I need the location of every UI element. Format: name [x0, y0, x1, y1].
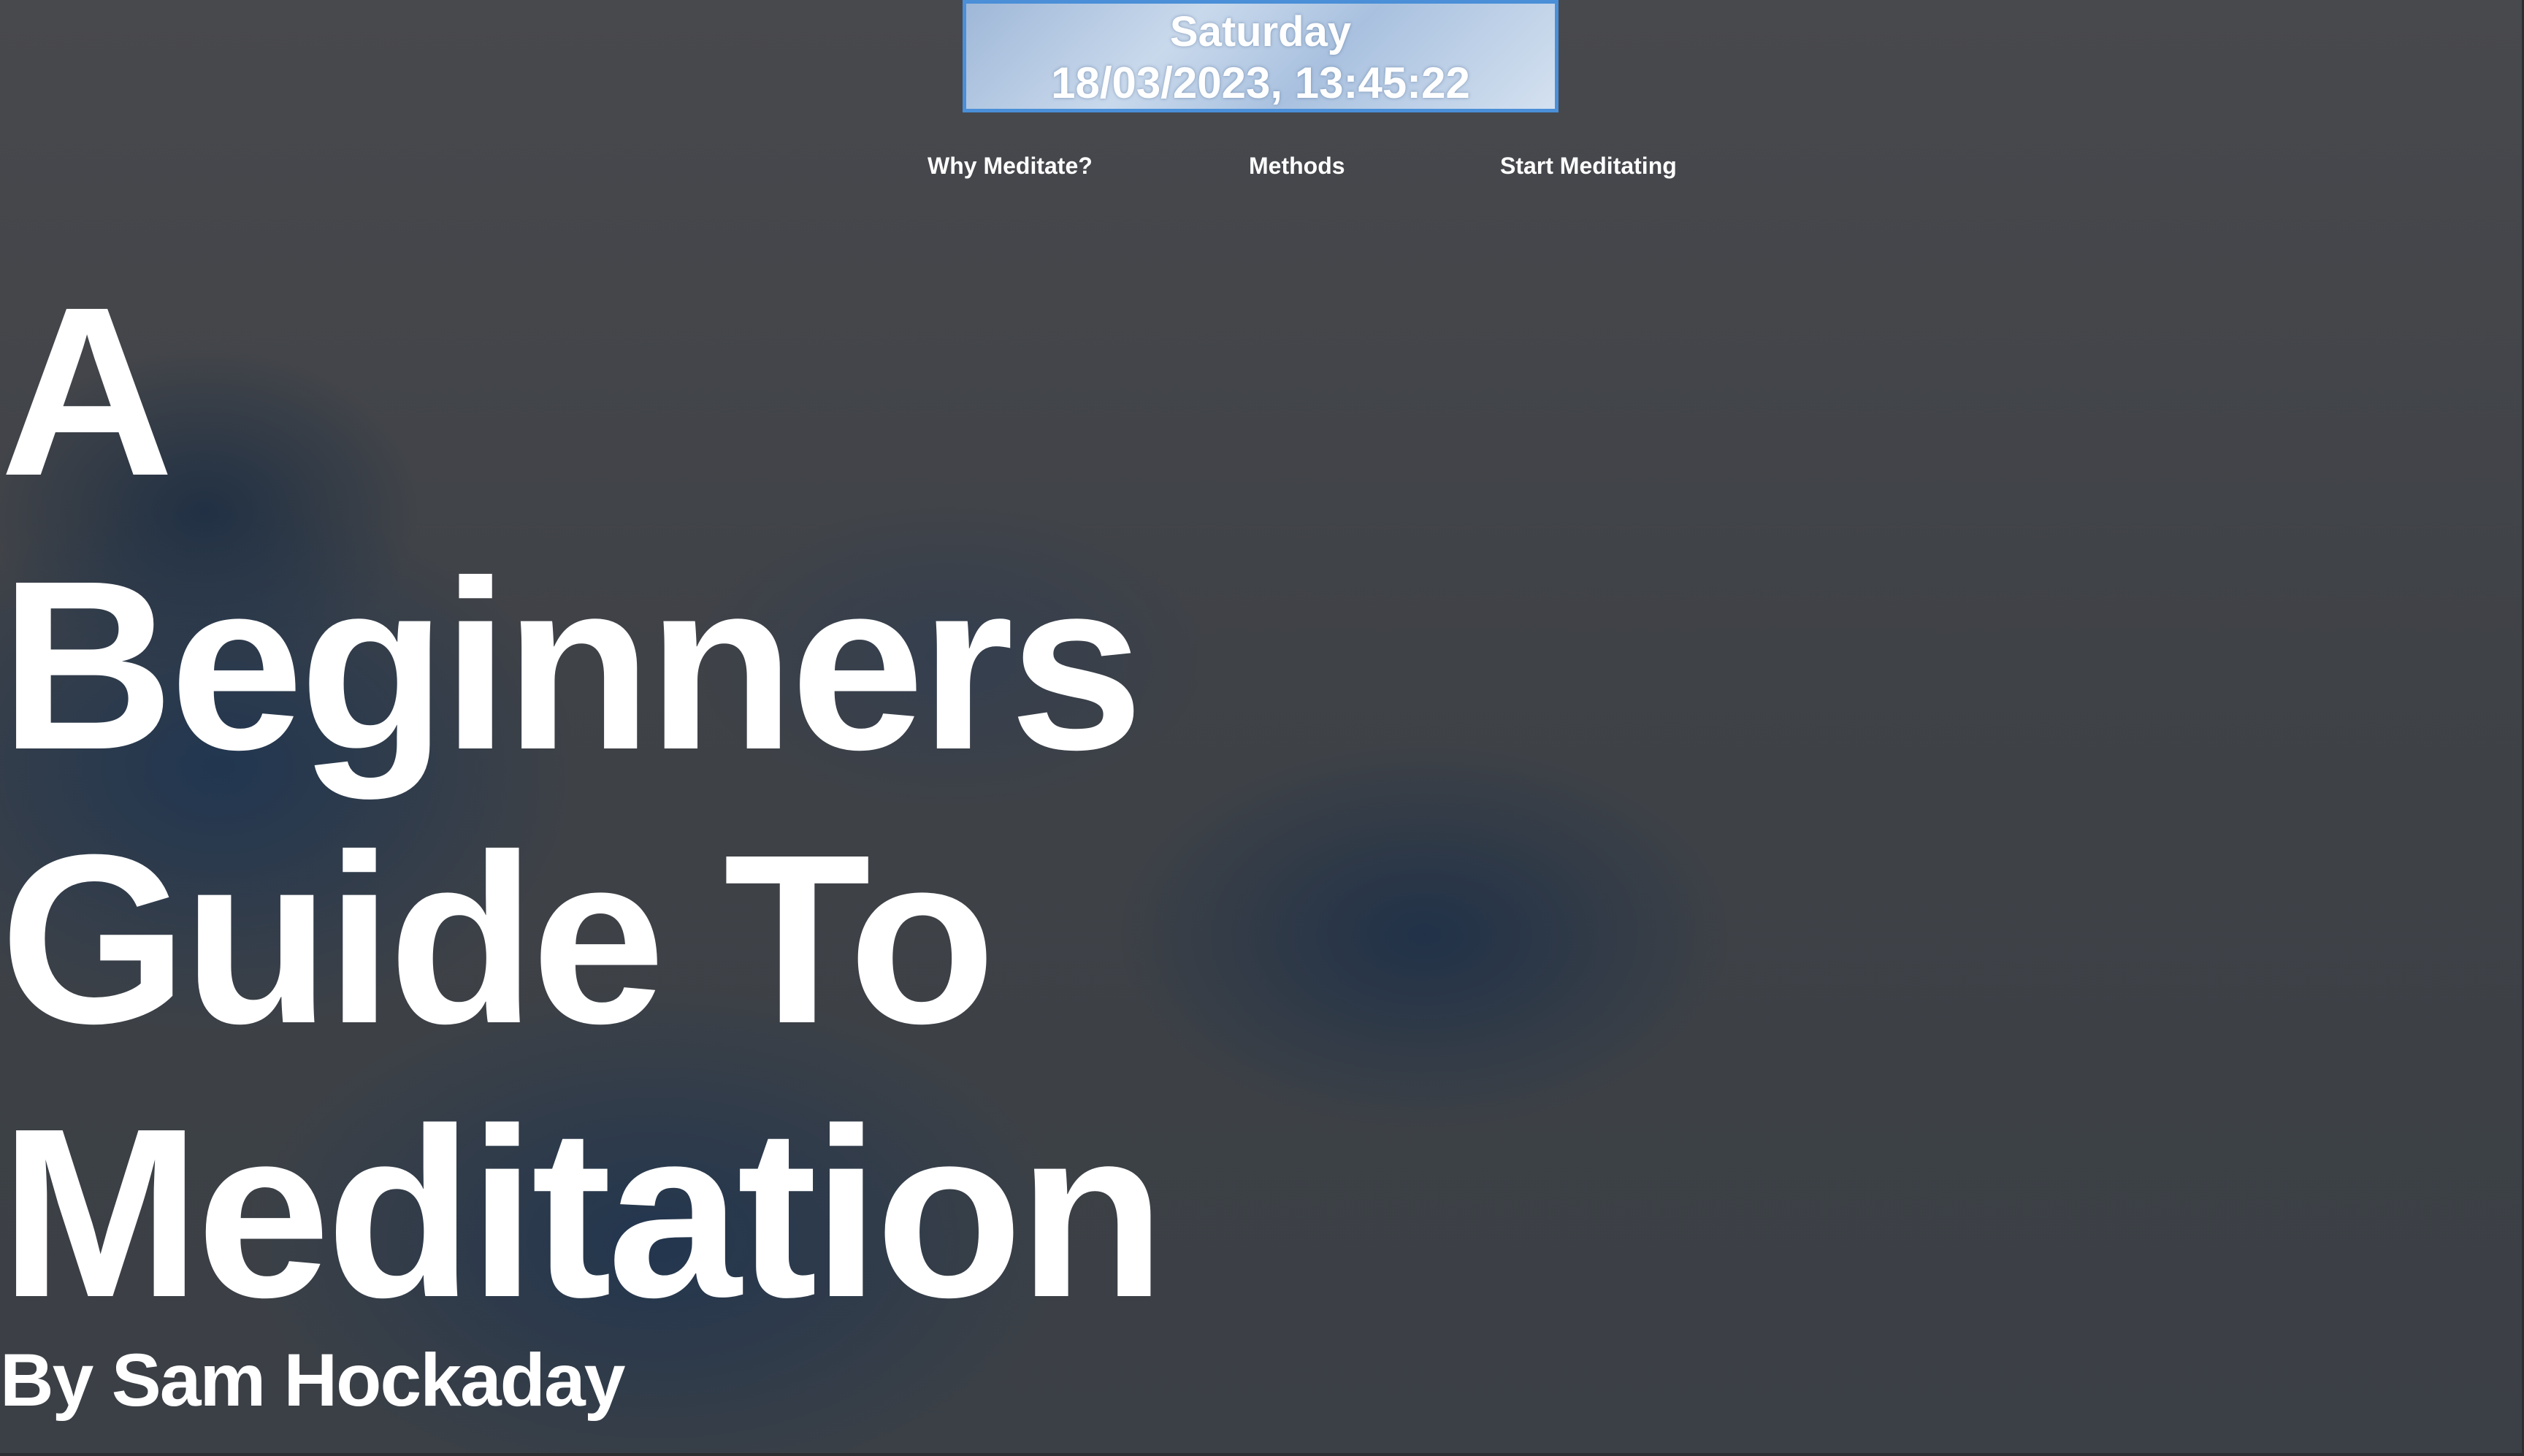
clock-datetime: 18/03/2023, 13:45:22: [1051, 58, 1470, 107]
date-time-widget: Saturday 18/03/2023, 13:45:22: [963, 0, 1559, 112]
hero-title: A Beginners Guide To Meditation: [0, 254, 1242, 1349]
hero-title-line: Meditation: [0, 1078, 1166, 1347]
hero-title-line: A: [0, 256, 174, 526]
hero-title-line: Beginners: [0, 530, 1144, 800]
hero-title-line: Guide To: [0, 804, 995, 1073]
author-byline: By Sam Hockaday: [0, 1338, 625, 1422]
main-nav: Why Meditate? Methods Start Meditating: [0, 147, 2524, 184]
nav-link-methods[interactable]: Methods: [1249, 147, 1345, 184]
page: Saturday 18/03/2023, 13:45:22 Why Medita…: [0, 0, 2524, 1456]
nav-link-why-meditate[interactable]: Why Meditate?: [928, 147, 1093, 184]
window-bottom-edge: [0, 1453, 2524, 1456]
clock-day: Saturday: [1169, 8, 1352, 55]
nav-link-start-meditating[interactable]: Start Meditating: [1500, 147, 1677, 184]
